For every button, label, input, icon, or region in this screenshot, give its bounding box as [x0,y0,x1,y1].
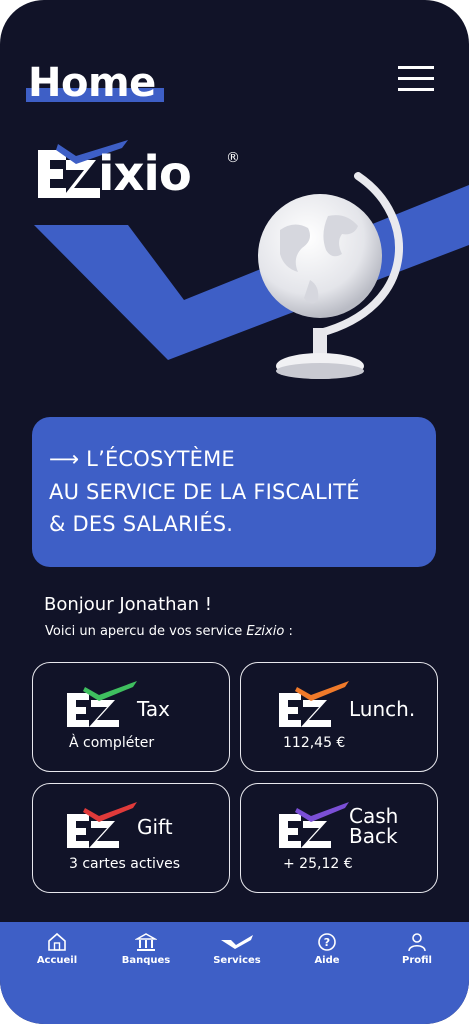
bank-icon [135,933,157,951]
page-title: Home [28,60,156,106]
greeting-title: Bonjour Jonathan ! [44,594,212,615]
service-amount-cashback: + 25,12 € [283,856,353,872]
nav-label-aide: Aide [314,955,340,966]
promo-line-3: & DES SALARIÉS. [49,512,234,536]
service-status-gift: 3 cartes actives [69,856,181,872]
nav-label-services: Services [213,955,261,966]
check-icon [221,935,253,949]
promo-line-1: ⟶ L’ÉCOSYTÈME [49,447,235,471]
nav-item-aide[interactable]: ? Aide [282,932,372,966]
nav-item-services[interactable]: Services [192,932,282,966]
ez-tax-logo [67,681,137,727]
nav-label-profil: Profil [402,955,432,966]
ez-gift-logo [67,802,137,848]
profile-icon [408,933,426,952]
app-screen: Home ixio ® ⟶ L’ÉCOSYTÈME AU SERVICE DE … [0,0,469,1024]
subtitle-brand: Ezixio [246,624,285,639]
brand-name: ixio [98,146,192,202]
registered-mark: ® [226,150,240,166]
service-tile-cashback[interactable]: Cash Back + 25,12 € [240,783,438,893]
nav-item-banques[interactable]: Banques [101,932,191,966]
nav-item-accueil[interactable]: Accueil [12,932,102,966]
service-name-tax: Tax [137,697,170,721]
subtitle-suffix: : [284,624,293,639]
ez-lunch-logo [279,681,349,727]
promo-line-2: AU SERVICE DE LA FISCALITÉ [49,480,360,504]
svg-text:?: ? [324,936,330,949]
subtitle-text: Voici un apercu de vos service [45,624,247,639]
nav-label-banques: Banques [121,955,171,966]
help-icon: ? [318,933,336,951]
bottom-nav: Accueil Banques Services ? Aide Profil [0,922,469,1024]
home-icon [48,932,66,951]
ez-cashback-logo [279,802,349,848]
nav-label-accueil: Accueil [36,955,78,966]
nav-item-profil[interactable]: Profil [372,932,462,966]
service-tile-tax[interactable]: Tax À compléter [32,662,230,772]
service-tile-lunch[interactable]: Lunch. 112,45 € [240,662,438,772]
service-status-tax: À compléter [69,735,155,751]
service-tile-gift[interactable]: Gift 3 cartes actives [32,783,230,893]
service-name-lunch: Lunch. [349,697,416,721]
promo-banner[interactable]: ⟶ L’ÉCOSYTÈME AU SERVICE DE LA FISCALITÉ… [32,417,436,567]
service-name-cash: Cash [349,804,399,828]
globe-image [258,172,403,379]
service-name-back: Back [349,824,398,848]
service-amount-lunch: 112,45 € [283,735,346,751]
greeting-subtitle: Voici un apercu de vos service Ezixio : [45,624,293,639]
service-name-gift: Gift [137,815,173,839]
